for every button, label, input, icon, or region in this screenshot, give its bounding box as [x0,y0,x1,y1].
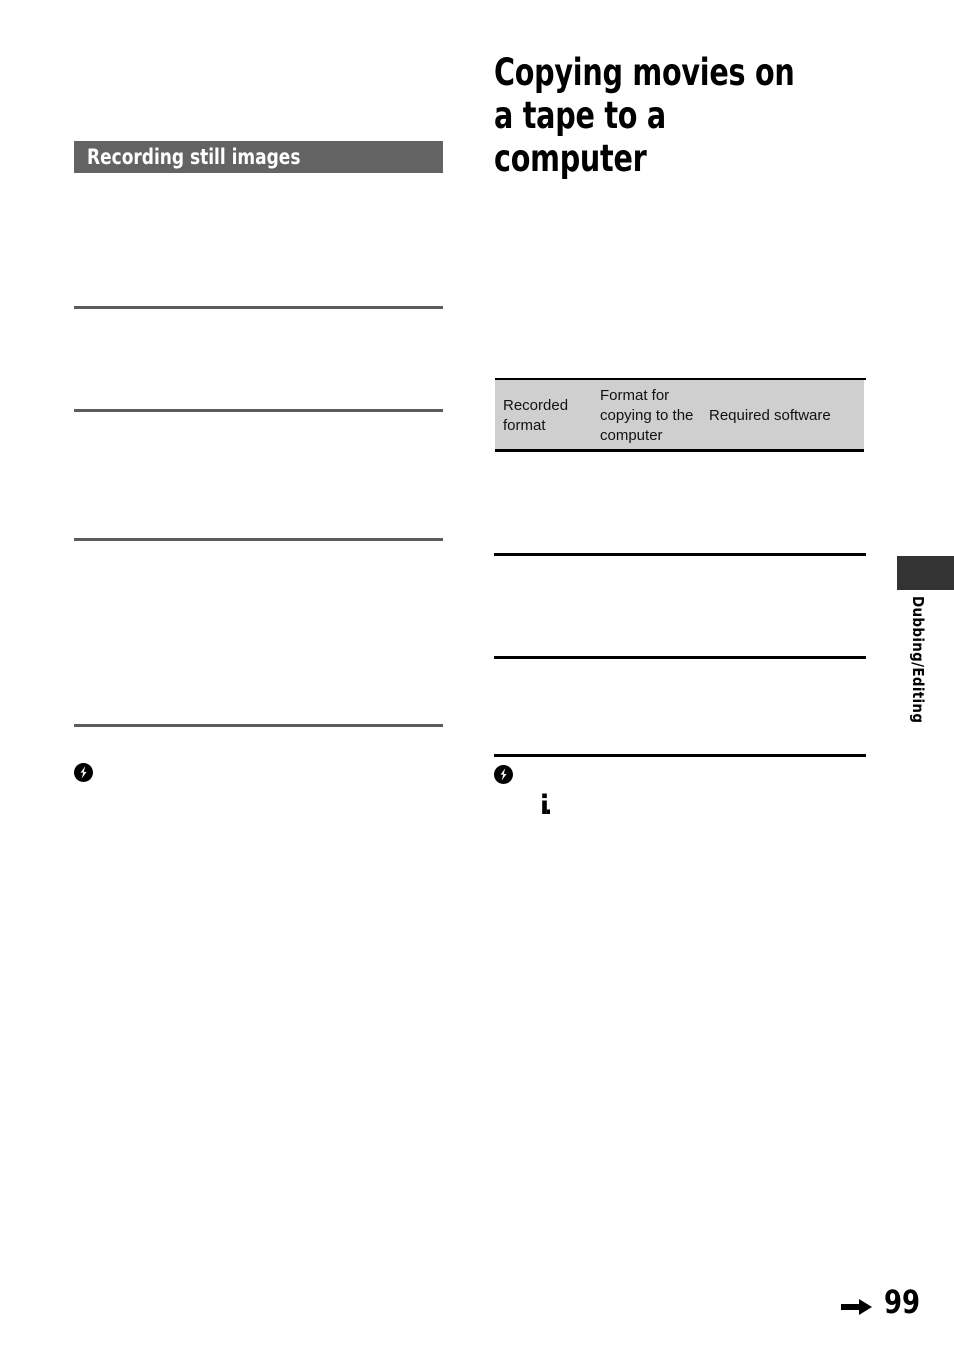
notes-icon-left [74,763,93,782]
table-header-row: Recorded format Format for copying to th… [495,380,864,452]
document-page: Copying movies on a tape to a computer R… [0,0,954,1357]
notes-icon-right [494,765,513,784]
info-i-icon [542,793,550,814]
step-divider-right-1 [494,553,866,556]
tips-icon-right [539,793,553,820]
step-divider-right-3 [494,754,866,757]
lightning-bolt-icon [80,766,87,779]
section-header-label: Recording still images [87,145,301,169]
page-arrow-icon [841,1297,875,1317]
step-divider-left-2 [74,409,443,412]
section-header-bar: Recording still images [74,141,443,173]
page-number: 99 [884,1283,921,1321]
step-divider-right-2 [494,656,866,659]
step-divider-left-3 [74,538,443,541]
chapter-tab-marker [897,556,954,590]
chapter-tab-label: Dubbing/Editing [909,596,927,724]
step-divider-left-4 [74,724,443,727]
right-arrow-icon [841,1299,872,1315]
page-title: Copying movies on a tape to a computer [494,50,795,180]
table-column-header-recorded-format: Recorded format [503,397,569,434]
table-column-header-copy-format: Format for copying to the computer [600,387,694,444]
lightning-bolt-icon [500,768,507,781]
table-column-header-required-software: Required software [709,407,831,424]
step-divider-left-1 [74,306,443,309]
